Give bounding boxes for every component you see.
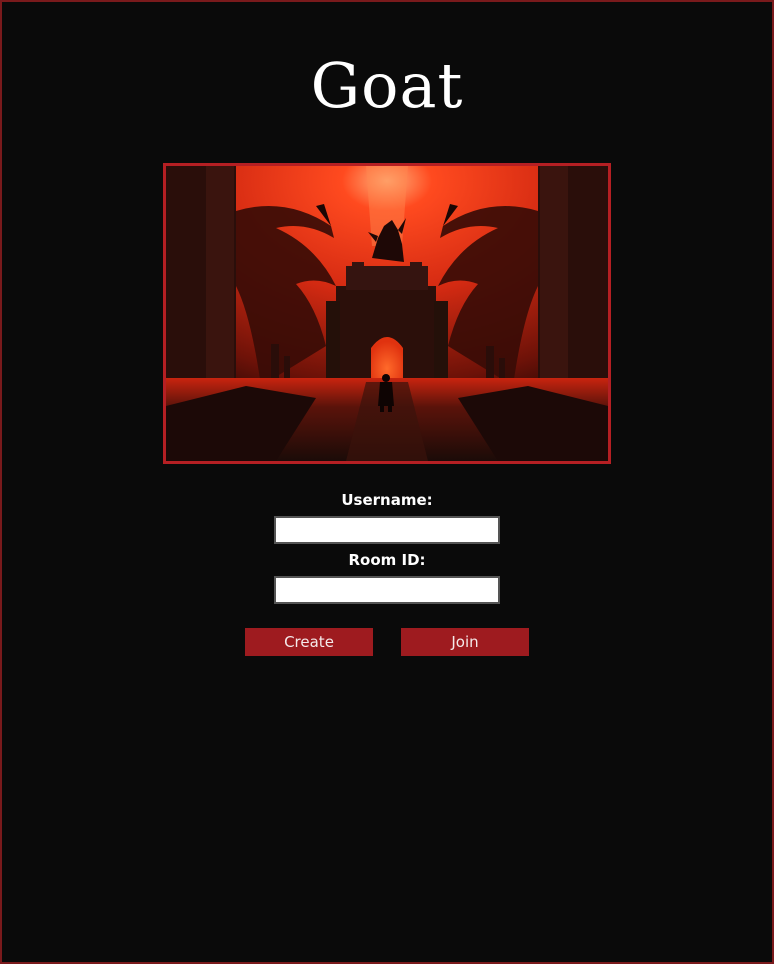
room-id-label: Room ID: xyxy=(348,551,426,569)
dragon-gate-artwork xyxy=(166,166,608,461)
join-button[interactable]: Join xyxy=(401,628,529,656)
page-frame xyxy=(0,0,774,964)
username-label: Username: xyxy=(341,491,433,509)
create-button[interactable]: Create xyxy=(245,628,373,656)
hero-image xyxy=(163,163,611,464)
page-title: Goat xyxy=(310,49,464,122)
username-input[interactable] xyxy=(274,516,500,544)
room-id-input[interactable] xyxy=(274,576,500,604)
